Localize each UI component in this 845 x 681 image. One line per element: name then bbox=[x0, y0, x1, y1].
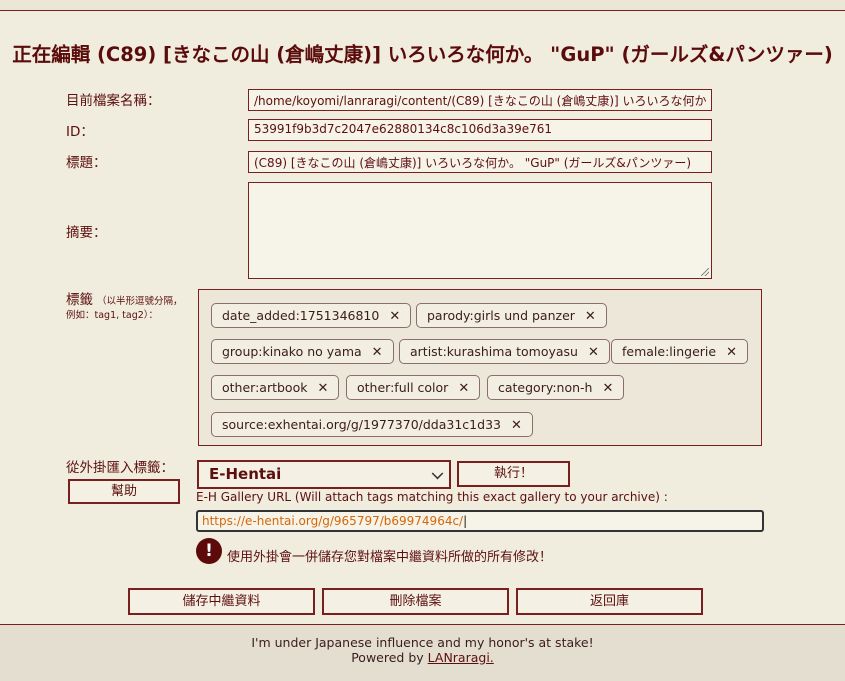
tag-editor[interactable]: date_added:1751346810 ✕ parody:girls und … bbox=[198, 289, 762, 446]
remove-tag-icon[interactable]: ✕ bbox=[317, 381, 328, 396]
resize-handle-icon[interactable] bbox=[701, 268, 709, 276]
tag-label: other:artbook bbox=[222, 380, 308, 395]
plugin-select-value: E-Hentai bbox=[209, 465, 282, 483]
gallery-url-label: E-H Gallery URL (Will attach tags matchi… bbox=[196, 490, 668, 504]
tag-chip: category:non-h ✕ bbox=[487, 375, 625, 400]
footer-powered-prefix: Powered by bbox=[351, 650, 428, 665]
footer-tagline: I'm under Japanese influence and my hono… bbox=[251, 635, 594, 650]
tags-hint-line2: 例如：tag1, tag2）： bbox=[66, 310, 159, 321]
tag-label: other:full color bbox=[357, 380, 449, 395]
remove-tag-icon[interactable]: ✕ bbox=[585, 309, 596, 324]
filename-label: 目前檔案名稱： bbox=[66, 93, 161, 109]
plugin-select[interactable]: E-Hentai bbox=[197, 460, 451, 489]
title-field[interactable]: (C89) [きなこの山 (倉嶋丈康)] いろいろな何か。 "GuP" (ガール… bbox=[248, 151, 712, 173]
warning-text: 使用外掛會一併儲存您對檔案中繼資料所做的所有修改！ bbox=[227, 550, 553, 565]
id-label: ID： bbox=[66, 124, 94, 140]
summary-label: 摘要： bbox=[66, 225, 107, 241]
plugin-label: 從外掛匯入標籤： bbox=[66, 460, 174, 476]
chevron-down-icon bbox=[431, 467, 444, 480]
tag-label: artist:kurashima tomoyasu bbox=[410, 344, 578, 359]
back-to-library-button[interactable]: 返回庫 bbox=[516, 588, 703, 615]
tag-chip: parody:girls und panzer ✕ bbox=[416, 303, 607, 328]
remove-tag-icon[interactable]: ✕ bbox=[372, 345, 383, 360]
footer-powered: Powered by LANraragi. bbox=[0, 650, 845, 665]
tag-label: female:lingerie bbox=[622, 344, 717, 359]
tags-label: 標籤 （以半形逗號分隔， bbox=[66, 288, 183, 308]
remove-tag-icon[interactable]: ✕ bbox=[588, 345, 599, 360]
tag-label: date_added:1751346810 bbox=[222, 308, 380, 323]
tag-chip: source:exhentai.org/g/1977370/dda31c1d33… bbox=[211, 412, 533, 437]
remove-tag-icon[interactable]: ✕ bbox=[389, 309, 400, 324]
title-label: 標題： bbox=[66, 155, 107, 171]
tags-hint-line1: （以半形逗號分隔， bbox=[97, 296, 183, 307]
warning-icon: ! bbox=[196, 538, 222, 564]
tags-label-text: 標籤 bbox=[66, 292, 93, 308]
remove-tag-icon[interactable]: ✕ bbox=[511, 418, 522, 433]
summary-textarea[interactable] bbox=[248, 182, 712, 279]
tag-chip: artist:kurashima tomoyasu ✕ bbox=[399, 339, 610, 364]
tag-chip: date_added:1751346810 ✕ bbox=[211, 303, 412, 328]
tag-chip: other:full color ✕ bbox=[346, 375, 481, 400]
delete-archive-button[interactable]: 刪除檔案 bbox=[322, 588, 509, 615]
top-bar bbox=[0, 0, 845, 11]
remove-tag-icon[interactable]: ✕ bbox=[726, 345, 737, 360]
tag-label: parody:girls und panzer bbox=[427, 308, 575, 323]
gallery-url-value: https://e-hentai.org/g/965797/b69974964c… bbox=[202, 514, 464, 528]
gallery-url-input[interactable]: https://e-hentai.org/g/965797/b69974964c… bbox=[196, 510, 764, 532]
page-title: 正在編輯 (C89) [きなこの山 (倉嶋丈康)] いろいろな何か。 "GuP"… bbox=[12, 43, 833, 66]
run-plugin-button[interactable]: 執行！ bbox=[457, 461, 570, 487]
remove-tag-icon[interactable]: ✕ bbox=[458, 381, 469, 396]
id-field[interactable]: 53991f9b3d7c2047e62880134c8c106d3a39e761 bbox=[248, 119, 712, 141]
help-button[interactable]: 幫助 bbox=[68, 479, 180, 504]
save-metadata-button[interactable]: 儲存中繼資料 bbox=[128, 588, 315, 615]
lanraragi-link[interactable]: LANraragi. bbox=[428, 650, 494, 665]
tag-chip: group:kinako no yama ✕ bbox=[211, 339, 394, 364]
filename-field[interactable]: /home/koyomi/lanraragi/content/(C89) [きな… bbox=[248, 89, 712, 111]
tag-label: category:non-h bbox=[498, 380, 593, 395]
footer: I'm under Japanese influence and my hono… bbox=[0, 624, 845, 681]
tag-chip: female:lingerie ✕ bbox=[611, 339, 749, 364]
tag-chip: other:artbook ✕ bbox=[211, 375, 340, 400]
remove-tag-icon[interactable]: ✕ bbox=[602, 381, 613, 396]
tag-label: group:kinako no yama bbox=[222, 344, 362, 359]
tag-label: source:exhentai.org/g/1977370/dda31c1d33 bbox=[222, 417, 501, 432]
